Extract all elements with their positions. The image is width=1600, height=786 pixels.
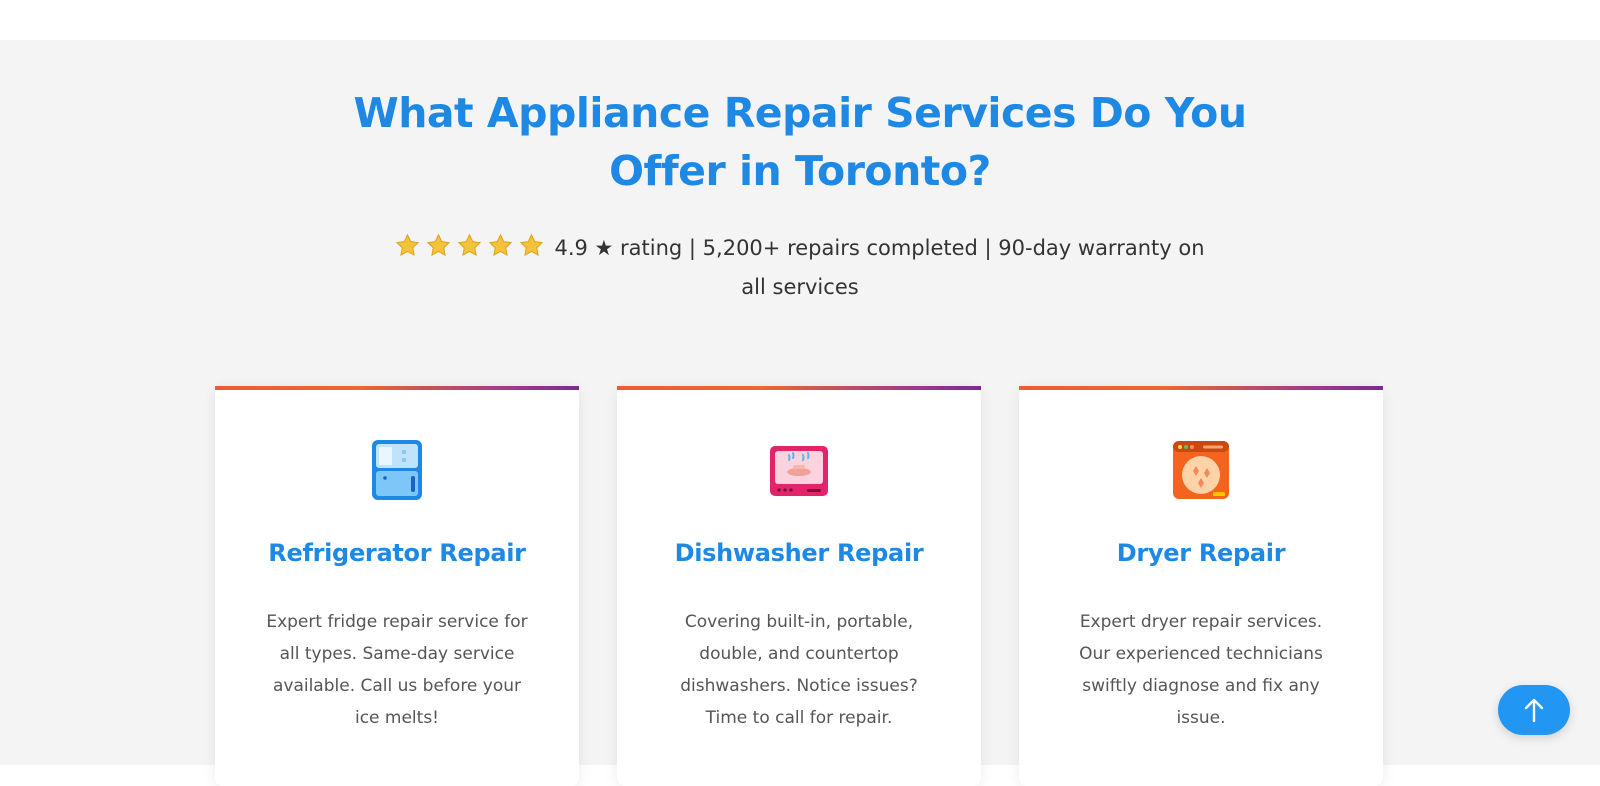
service-card-dryer[interactable]: Dryer Repair Expert dryer repair service… xyxy=(1019,386,1383,786)
service-card-dishwasher[interactable]: Dishwasher Repair Covering built-in, por… xyxy=(617,386,981,786)
rating-stars xyxy=(395,233,550,269)
scroll-to-top-button[interactable] xyxy=(1498,685,1570,735)
service-description: Expert fridge repair service for all typ… xyxy=(266,612,528,728)
service-title: Refrigerator Repair xyxy=(268,539,526,567)
card-accent-bar xyxy=(617,386,981,390)
star-icon xyxy=(519,233,544,258)
service-description: Expert dryer repair services. Our experi… xyxy=(1079,612,1323,728)
arrow-up-icon xyxy=(1524,698,1544,723)
card-accent-bar xyxy=(215,386,579,390)
star-icon xyxy=(426,233,451,258)
star-icon xyxy=(395,233,420,258)
refrigerator-icon xyxy=(365,438,429,502)
service-title: Dishwasher Repair xyxy=(674,539,924,567)
dryer-icon xyxy=(1169,438,1233,502)
star-icon xyxy=(488,233,513,258)
rating-text: 4.9 ★ rating | 5,200+ repairs completed … xyxy=(554,236,1205,299)
service-title: Dryer Repair xyxy=(1116,539,1286,567)
service-description: Covering built-in, portable, double, and… xyxy=(680,612,918,728)
rating-summary: 4.9 ★ rating | 5,200+ repairs completed … xyxy=(380,230,1220,305)
service-card-refrigerator[interactable]: Refrigerator Repair Expert fridge repair… xyxy=(215,386,579,786)
top-header-bar xyxy=(0,0,1600,40)
star-icon xyxy=(457,233,482,258)
card-accent-bar xyxy=(1019,386,1383,390)
dishwasher-icon xyxy=(767,438,831,502)
section-heading: What Appliance Repair Services Do You Of… xyxy=(353,89,1247,195)
